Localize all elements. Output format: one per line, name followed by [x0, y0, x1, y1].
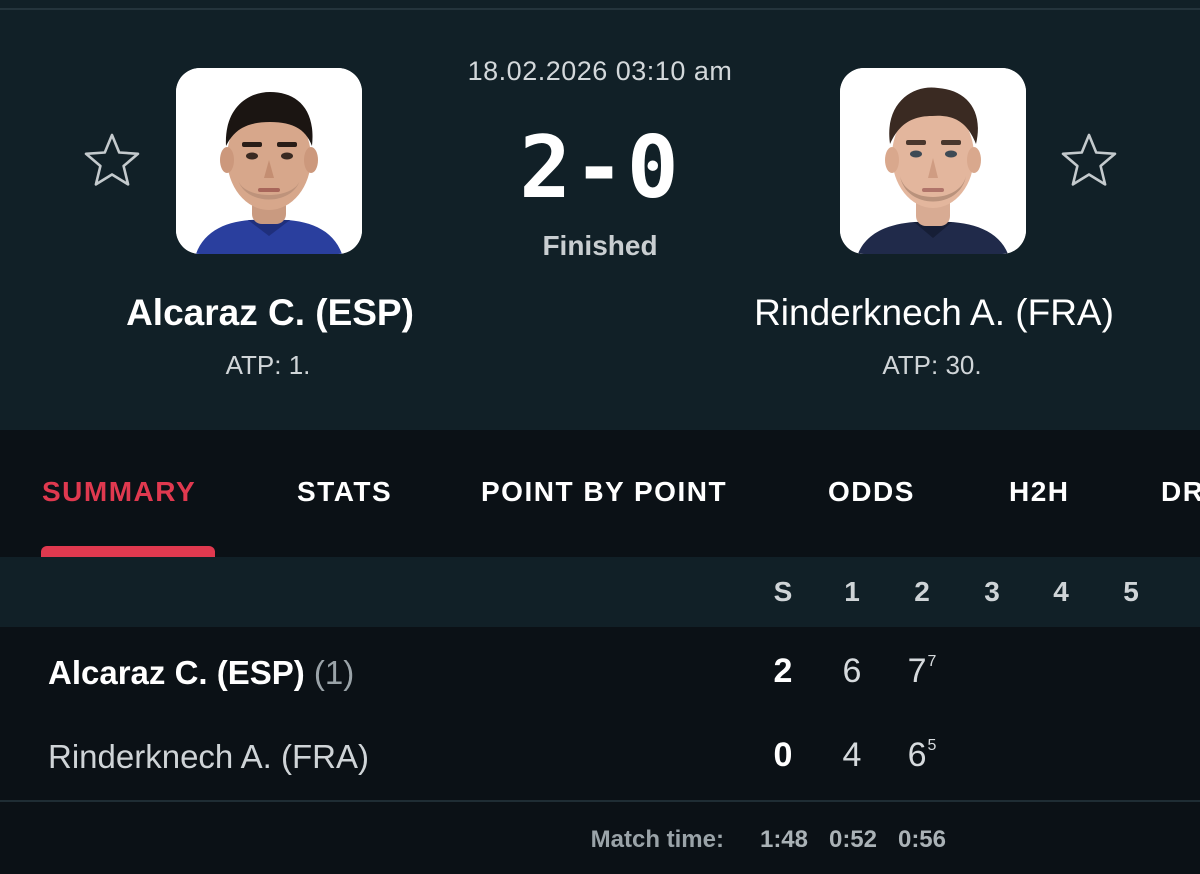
set-2-games-value: 6 [907, 736, 927, 774]
favorite-away-star-icon[interactable] [1058, 130, 1120, 192]
tab-odds[interactable]: ODDS [828, 476, 915, 508]
match-time-label: Match time: [590, 826, 724, 853]
divider [0, 800, 1200, 802]
set-1-games: 4 [842, 736, 862, 774]
match-datetime: 18.02.2026 03:10 am [467, 56, 733, 86]
score-row-player-name[interactable]: Alcaraz C. (ESP) (1) [48, 654, 354, 692]
score-table-header: S 1 2 3 4 5 [0, 557, 1200, 627]
score-row-player-name[interactable]: Rinderknech A. (FRA) [48, 738, 369, 776]
divider [0, 8, 1200, 10]
score-row-home: Alcaraz C. (ESP) (1) 2 6 77 [0, 630, 1200, 714]
score-row-away: Rinderknech A. (FRA) 0 4 65 [0, 714, 1200, 798]
sets-won: 2 [773, 652, 793, 690]
away-player-name[interactable]: Rinderknech A. (FRA) [704, 292, 1164, 334]
match-time-set-2: 0:56 [897, 826, 947, 853]
match-time-set-1: 0:52 [828, 826, 878, 853]
set-2-tiebreak-points: 5 [927, 736, 937, 754]
set-2-games-value: 7 [907, 652, 927, 690]
match-time-total: 1:48 [759, 826, 809, 853]
column-sets: S [773, 576, 793, 607]
column-set-2: 2 [914, 576, 930, 607]
column-set-5: 5 [1123, 576, 1139, 607]
away-player-photo[interactable] [840, 68, 1026, 254]
tab-stats[interactable]: STATS [297, 476, 392, 508]
away-player-rank: ATP: 30. [882, 350, 982, 380]
match-header: 18.02.2026 03:10 am 2-0 Finished Alcaraz… [0, 0, 1200, 430]
home-player-name[interactable]: Alcaraz C. (ESP) [60, 292, 480, 334]
home-player-photo[interactable] [176, 68, 362, 254]
tab-draw[interactable]: DR [1161, 476, 1200, 508]
tab-summary[interactable]: SUMMARY [42, 476, 196, 508]
match-status: Finished [542, 230, 658, 261]
sets-won: 0 [773, 736, 793, 774]
tab-bar: SUMMARY STATS POINT BY POINT ODDS H2H DR [0, 430, 1200, 557]
active-tab-indicator [41, 546, 215, 557]
player-seed: (1) [313, 654, 355, 691]
tab-point-by-point[interactable]: POINT BY POINT [481, 476, 727, 508]
tab-h2h[interactable]: H2H [1009, 476, 1070, 508]
player-name-text: Alcaraz C. (ESP) [48, 654, 305, 691]
set-2-tiebreak-points: 7 [927, 652, 937, 670]
favorite-home-star-icon[interactable] [81, 130, 143, 192]
set-2-games: 77 [897, 652, 947, 691]
player-name-text: Rinderknech A. (FRA) [48, 738, 369, 775]
set-2-games: 65 [897, 736, 947, 775]
column-set-4: 4 [1053, 576, 1069, 607]
column-set-1: 1 [844, 576, 860, 607]
column-set-3: 3 [984, 576, 1000, 607]
set-1-games: 6 [842, 652, 862, 690]
home-player-rank: ATP: 1. [225, 350, 311, 380]
match-score: 2-0 [519, 118, 681, 218]
